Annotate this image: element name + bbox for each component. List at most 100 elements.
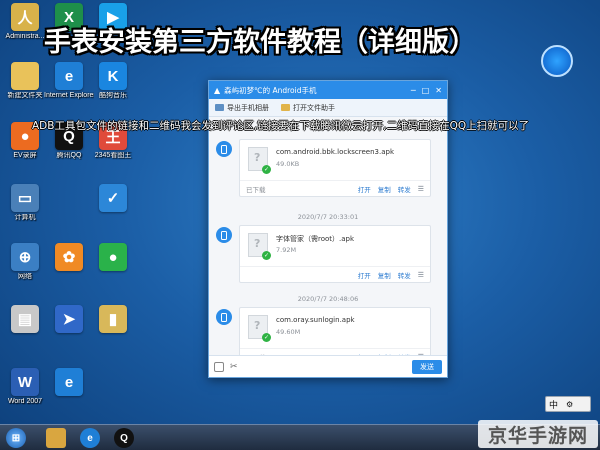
desktop-icon-label: 酷狗音乐 <box>99 92 127 99</box>
more-menu-icon[interactable]: ☰ <box>418 185 424 193</box>
desktop-icon[interactable]: ✿ <box>44 243 94 273</box>
file-message-card[interactable]: ? ✓ 字体管家（需root）.apk 7.92M 打开 复制 转发 ☰ <box>239 225 431 283</box>
desktop-icon[interactable]: W Word 2007 <box>0 368 50 406</box>
message-timestamp: 2020/7/7 20:48:06 <box>297 295 359 303</box>
taskbar-qq[interactable]: Q <box>114 428 134 448</box>
app-icon: e <box>55 368 83 396</box>
window-titlebar[interactable]: ▲ 森屿初梦℃的 Android手机 ─ □ ✕ <box>209 81 447 99</box>
desktop-icon[interactable]: ▮ <box>88 305 138 335</box>
taskbar-ie[interactable]: e <box>80 428 100 448</box>
desktop-icon-label: Internet Explorer <box>44 92 94 99</box>
copy-link[interactable]: 复制 <box>378 270 391 280</box>
phone-icon <box>221 144 227 154</box>
message-input[interactable] <box>243 359 412 374</box>
check-icon: ✓ <box>262 251 271 260</box>
desktop-icon[interactable]: 新建文件夹 <box>0 62 50 100</box>
ie-icon: e <box>87 432 93 444</box>
open-file-assistant-label: 打开文件助手 <box>293 103 335 112</box>
app-icon: ✿ <box>55 243 83 271</box>
desktop-icon[interactable]: e Internet Explorer <box>44 62 94 100</box>
desktop-icon-label: 2345看图王 <box>94 152 132 159</box>
download-status: 已下载 <box>246 185 266 194</box>
phone-icon <box>221 312 227 322</box>
export-album-label: 导出手机相册 <box>227 103 269 112</box>
copy-link[interactable]: 复制 <box>378 184 391 194</box>
app-icon: ▤ <box>11 305 39 333</box>
message-list[interactable]: ? ✓ com.android.bbk.lockscreen3.apk 49.0K… <box>209 117 447 365</box>
card-footer: 打开 复制 转发 ☰ <box>240 266 430 282</box>
windows-logo-icon: ⊞ <box>11 432 21 444</box>
desktop-icon[interactable]: ▤ <box>0 305 50 335</box>
file-icon: ? ✓ <box>248 233 271 260</box>
phone-avatar <box>216 309 232 325</box>
export-album-button[interactable]: 导出手机相册 <box>215 103 269 113</box>
taskbar-explorer[interactable] <box>46 428 66 448</box>
more-menu-icon[interactable]: ☰ <box>418 271 424 279</box>
desktop-icon-label: 新建文件夹 <box>7 92 43 99</box>
forward-link[interactable]: 转发 <box>398 184 411 194</box>
qq-icon: Q <box>120 432 128 444</box>
video-title: 手表安装第三方软件教程（详细版） <box>44 27 476 58</box>
album-icon <box>215 104 224 111</box>
desktop-icon[interactable]: K 酷狗音乐 <box>88 62 138 100</box>
close-icon[interactable]: ✕ <box>435 86 442 95</box>
file-message-card[interactable]: ? ✓ com.android.bbk.lockscreen3.apk 49.0K… <box>239 139 431 197</box>
desktop-icon-label: 腾讯QQ <box>56 152 82 159</box>
site-watermark: 京华手游网 <box>478 420 598 448</box>
window-title: 森屿初梦℃的 Android手机 <box>224 85 317 95</box>
desktop-icon[interactable]: 人 Administra... <box>0 3 50 41</box>
phone-icon <box>221 230 227 240</box>
scissors-icon[interactable]: ✂ <box>230 362 238 372</box>
input-method-indicator[interactable]: 中 ⚙ <box>545 396 591 412</box>
window-toolbar: 导出手机相册 打开文件助手 <box>209 99 447 117</box>
app-icon: ● <box>99 243 127 271</box>
ime-label: 中 <box>549 400 559 411</box>
desktop-icon[interactable]: ✓ <box>88 184 138 214</box>
message-timestamp: 2020/7/7 20:33:01 <box>297 213 359 221</box>
app-icon: e <box>55 62 83 90</box>
app-icon: ⊕ <box>11 243 39 271</box>
input-bar: ✂ 发送 <box>209 355 447 377</box>
app-icon: 人 <box>11 3 39 31</box>
desktop-icon-label: Administra... <box>5 33 45 40</box>
file-icon: ? ✓ <box>248 315 271 342</box>
desktop-icon-label: 计算机 <box>14 214 36 221</box>
desktop-icon[interactable]: e <box>44 368 94 398</box>
send-button[interactable]: 发送 <box>412 359 442 374</box>
folder-icon <box>46 428 66 448</box>
app-icon: W <box>11 368 39 396</box>
folder-send-icon[interactable] <box>214 361 224 372</box>
desktop-icon-label: Word 2007 <box>7 398 43 405</box>
maximize-icon[interactable]: □ <box>422 86 430 95</box>
open-file-assistant-button[interactable]: 打开文件助手 <box>281 103 335 113</box>
start-button[interactable]: ⊞ <box>6 428 26 448</box>
app-icon: K <box>99 62 127 90</box>
desktop-icon-label: EV录屏 <box>13 152 37 159</box>
open-link[interactable]: 打开 <box>358 270 371 280</box>
check-icon: ✓ <box>262 165 271 174</box>
desktop-icon[interactable]: ➤ <box>44 305 94 335</box>
app-icon: ➤ <box>55 305 83 333</box>
app-icon <box>11 62 39 90</box>
minimize-icon[interactable]: ─ <box>411 86 416 95</box>
desktop-icon[interactable]: ● <box>88 243 138 273</box>
ime-settings-icon[interactable]: ⚙ <box>566 400 573 409</box>
file-size: 49.0KB <box>276 160 300 168</box>
file-size: 7.92M <box>276 246 297 254</box>
forward-link[interactable]: 转发 <box>398 270 411 280</box>
phone-avatar <box>216 141 232 157</box>
phone-avatar <box>216 227 232 243</box>
app-icon: ▭ <box>11 184 39 212</box>
desktop-icon[interactable]: ⊕ 网络 <box>0 243 50 281</box>
open-link[interactable]: 打开 <box>358 184 371 194</box>
file-size: 49.60M <box>276 328 301 336</box>
desktop-icon-label: 网络 <box>18 273 32 280</box>
app-icon: ✓ <box>99 184 127 212</box>
app-icon: ▮ <box>99 305 127 333</box>
video-subtitle: ADB工具包文件的链接和二维码我会发到评论区,链接要在下载腾讯微云打开,二维码直… <box>32 120 530 132</box>
check-icon: ✓ <box>262 333 271 342</box>
desktop-icon[interactable]: ▭ 计算机 <box>0 184 50 222</box>
file-name: com.oray.sunlogin.apk <box>276 316 355 324</box>
file-icon: ? ✓ <box>248 147 271 174</box>
file-name: 字体管家（需root）.apk <box>276 235 355 243</box>
